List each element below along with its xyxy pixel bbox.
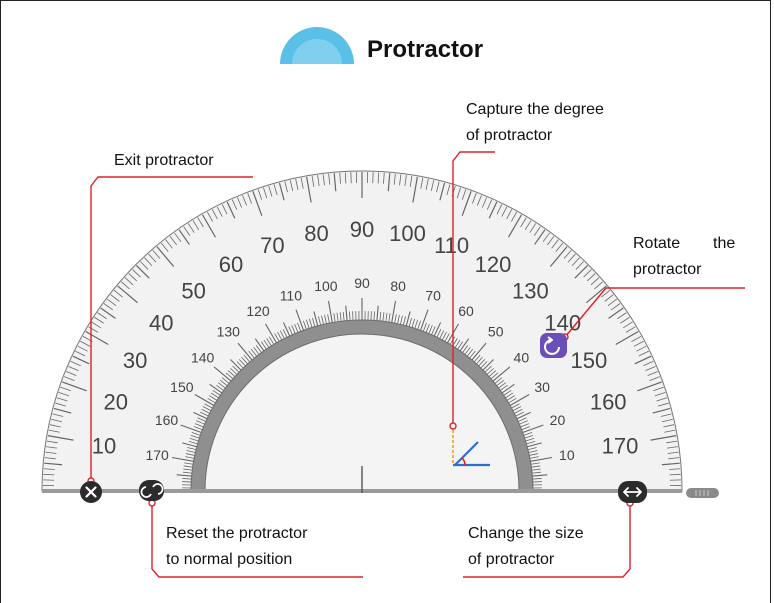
reset-callout-line1: Reset the protractor xyxy=(166,525,308,542)
inner-scale-label: 150 xyxy=(170,379,194,395)
rotate-callout-line2: protractor xyxy=(633,261,702,278)
inner-scale-label: 60 xyxy=(458,303,474,319)
inner-scale-label: 110 xyxy=(280,288,303,304)
inner-scale-label: 120 xyxy=(246,303,270,319)
resize-button[interactable] xyxy=(618,481,647,503)
inner-scale-label: 130 xyxy=(217,324,241,340)
outer-scale-label: 70 xyxy=(260,233,284,258)
rotate-callout-line1b: the xyxy=(713,235,736,252)
outer-scale-label: 60 xyxy=(219,252,243,277)
outer-scale-label: 170 xyxy=(602,434,639,459)
exit-callout-label: Exit protractor xyxy=(114,152,214,169)
inner-scale-label: 160 xyxy=(155,412,179,428)
rotate-button[interactable] xyxy=(540,333,567,358)
outer-scale-label: 130 xyxy=(512,278,549,303)
size-callout-line2: of protractor xyxy=(468,551,555,568)
outer-scale-label: 20 xyxy=(104,389,128,414)
inner-scale-label: 10 xyxy=(559,447,575,463)
rotate-callout-line1a: Rotate xyxy=(633,235,681,252)
inner-scale-label: 100 xyxy=(314,278,338,294)
inner-scale-label: 50 xyxy=(488,324,504,340)
inner-scale-label: 20 xyxy=(550,412,566,428)
outer-scale-label: 90 xyxy=(350,217,374,242)
outer-scale-label: 10 xyxy=(92,434,116,459)
inner-scale-label: 170 xyxy=(145,447,169,463)
outer-scale-label: 160 xyxy=(590,389,627,414)
inner-scale-label: 40 xyxy=(514,349,530,365)
capture-callout-line1: Capture the degree xyxy=(466,101,604,118)
half-dome-protractor-icon xyxy=(280,27,354,64)
outer-scale-label: 100 xyxy=(389,221,426,246)
capture-callout-line2: of protractor xyxy=(466,127,553,144)
outer-scale-label: 120 xyxy=(475,252,512,277)
outer-scale-label: 50 xyxy=(181,278,205,303)
reset-callout-line2: to normal position xyxy=(166,551,293,568)
outer-scale-label: 80 xyxy=(304,221,328,246)
reset-button[interactable] xyxy=(139,480,164,501)
outer-scale-label: 140 xyxy=(544,311,581,336)
inner-scale-label: 30 xyxy=(534,379,550,395)
outer-scale-label: 110 xyxy=(434,233,469,258)
protractor-diagram: 1701601501401301201101009080706050403020… xyxy=(41,27,745,578)
inner-scale-label: 140 xyxy=(191,349,215,365)
inner-scale-label: 70 xyxy=(425,288,441,304)
inner-scale-label: 80 xyxy=(390,278,406,294)
page-title: Protractor xyxy=(367,36,484,63)
protractor-body[interactable]: 1701601501401301201101009080706050403020… xyxy=(41,170,683,493)
outer-scale-label: 150 xyxy=(571,348,608,373)
exit-button[interactable] xyxy=(80,481,102,503)
inner-scale-label: 90 xyxy=(354,275,370,291)
outer-scale-label: 30 xyxy=(123,348,147,373)
outer-scale-label: 40 xyxy=(149,311,173,336)
size-callout-line1: Change the size xyxy=(468,525,584,542)
drag-handle[interactable] xyxy=(686,488,719,498)
